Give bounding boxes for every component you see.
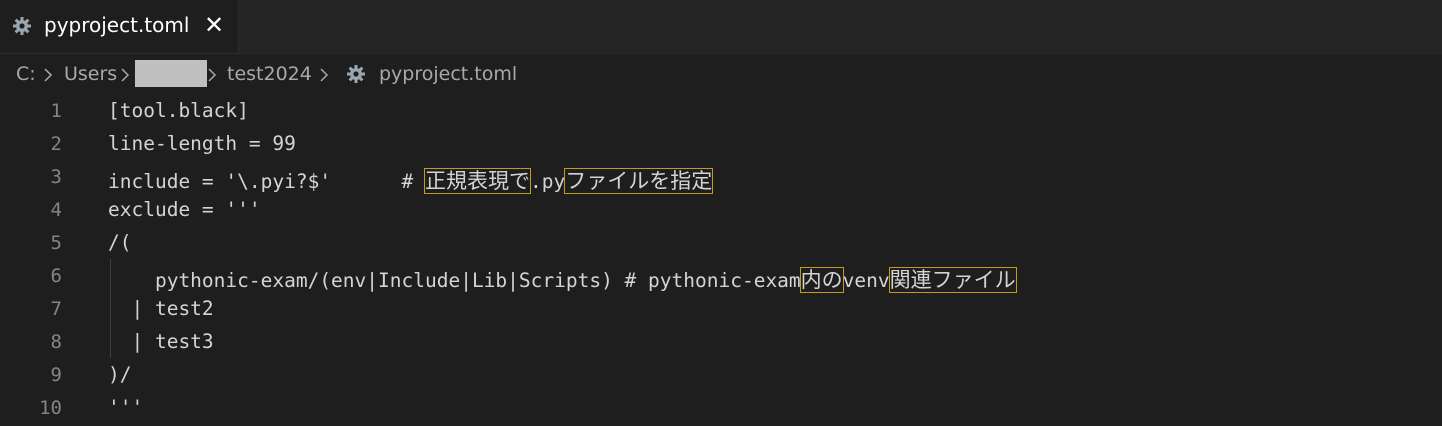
- line-number: 5: [50, 232, 62, 254]
- code-segment: .py: [529, 170, 566, 193]
- gear-icon: [13, 17, 31, 35]
- code-line: 3 include = '\.pyi?$' # 正規表現で.pyファイルを指定: [0, 160, 1442, 195]
- highlighted-text: 関連ファイル: [888, 267, 1017, 293]
- line-number: 10: [39, 397, 62, 419]
- line-text: pythonic-exam/(env|Include|Lib|Scripts) …: [108, 264, 1017, 294]
- line-number: 2: [50, 133, 62, 155]
- code-line: 4 exclude = ''': [0, 193, 1442, 226]
- line-number: 1: [50, 100, 62, 122]
- line-text: line-length = 99: [108, 132, 296, 155]
- line-text: exclude = ''': [108, 198, 261, 221]
- breadcrumb-file[interactable]: pyproject.toml: [379, 63, 517, 85]
- code-line: 1 [tool.black]: [0, 94, 1442, 127]
- code-line: 9 )/: [0, 358, 1442, 391]
- breadcrumb-drive[interactable]: C:: [16, 63, 36, 85]
- code-line: 6 pythonic-exam/(env|Include|Lib|Scripts…: [0, 259, 1442, 294]
- chevron-right-icon: [208, 68, 217, 82]
- redacted-username: [135, 60, 207, 87]
- gear-icon: [347, 65, 365, 83]
- highlighted-text: 内の: [799, 267, 844, 293]
- line-text: [tool.black]: [108, 99, 249, 122]
- code-segment: include = '\.pyi?$' #: [108, 170, 425, 193]
- line-text: | test3: [108, 330, 214, 353]
- line-number: 9: [50, 364, 62, 386]
- chevron-right-icon: [44, 68, 53, 82]
- highlighted-text: ファイルを指定: [564, 168, 714, 194]
- breadcrumb-users[interactable]: Users: [64, 63, 117, 85]
- line-number: 4: [50, 199, 62, 221]
- code-line: 10 ''': [0, 391, 1442, 424]
- line-number: 3: [50, 166, 62, 188]
- chevron-right-icon: [320, 68, 329, 82]
- close-icon[interactable]: ✕: [201, 10, 227, 40]
- breadcrumb-test2024[interactable]: test2024: [227, 63, 312, 85]
- line-number: 7: [50, 298, 62, 320]
- line-number: 8: [50, 331, 62, 353]
- code-line: 8 | test3: [0, 325, 1442, 358]
- line-text: include = '\.pyi?$' # 正規表現で.pyファイルを指定: [108, 165, 714, 195]
- line-text: ''': [108, 396, 144, 419]
- line-text: | test2: [108, 297, 214, 320]
- line-text: )/: [108, 363, 132, 386]
- tab-bar: pyproject.toml ✕: [0, 0, 1442, 54]
- code-line: 5 /(: [0, 226, 1442, 259]
- chevron-right-icon: [121, 68, 130, 82]
- line-number: 6: [50, 265, 62, 287]
- code-segment: pythonic-exam/(env|Include|Lib|Scripts) …: [108, 269, 801, 292]
- line-text: /(: [108, 231, 132, 254]
- tab-pyproject[interactable]: pyproject.toml ✕: [0, 0, 239, 53]
- breadcrumb: C: Users test2024 pyproject.toml: [0, 58, 1442, 92]
- code-segment: venv: [842, 269, 890, 292]
- code-editor[interactable]: 1 [tool.black] 2 line-length = 99 3 incl…: [0, 94, 1442, 426]
- code-line: 7 | test2: [0, 292, 1442, 325]
- tab-title: pyproject.toml: [44, 13, 190, 37]
- code-line: 2 line-length = 99: [0, 127, 1442, 160]
- highlighted-text: 正規表現で: [423, 168, 531, 194]
